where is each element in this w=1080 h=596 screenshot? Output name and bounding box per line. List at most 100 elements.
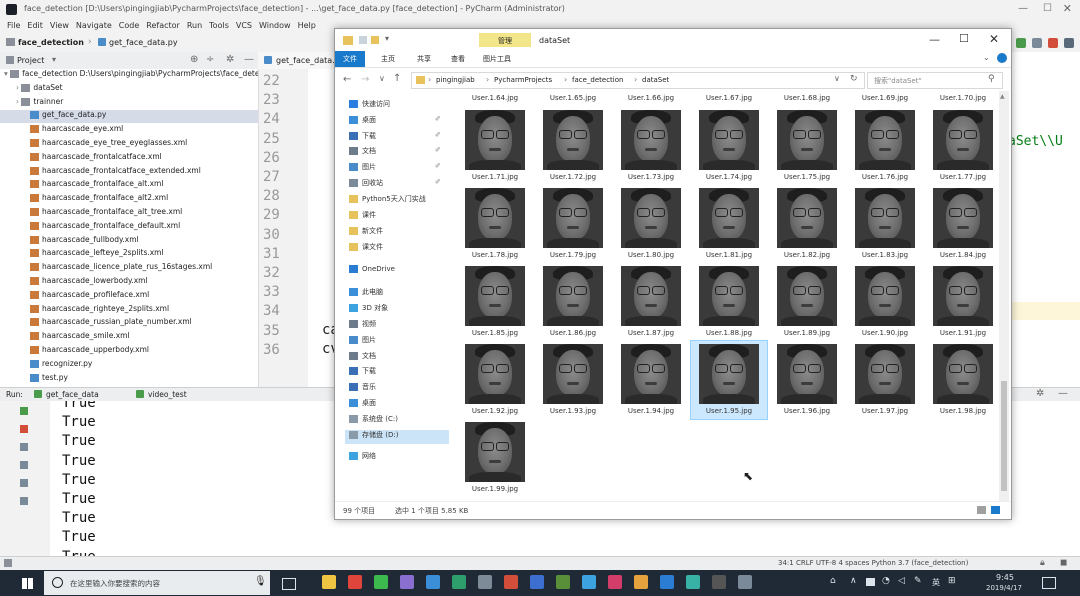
trash-icon[interactable]	[20, 497, 28, 505]
tree-item[interactable]: haarcascade_frontalcatface.xml	[0, 152, 258, 165]
collapse-icon[interactable]: ÷	[206, 54, 214, 65]
run-tab-video-test[interactable]: video_test	[148, 390, 187, 399]
file-item[interactable]: User.1.98.jpg	[925, 341, 999, 419]
app-icon[interactable]	[608, 575, 622, 589]
input-settings-icon[interactable]: ⊞	[948, 576, 956, 586]
tree-item[interactable]: get_face_data.py	[0, 110, 258, 124]
ide-minimize-button[interactable]: —	[1018, 3, 1028, 14]
app-icon[interactable]	[738, 575, 752, 589]
code-editor-right-part[interactable]: aSet\\U	[1008, 52, 1080, 387]
tray-expand-icon[interactable]: ∧	[850, 576, 857, 586]
menu-item-window[interactable]: Window	[259, 21, 291, 30]
file-caption[interactable]: User.1.64.jpg	[457, 94, 533, 102]
file-item[interactable]: User.1.72.jpg	[535, 107, 611, 185]
file-item[interactable]: User.1.97.jpg	[847, 341, 923, 419]
menu-item-run[interactable]: Run	[187, 21, 202, 30]
file-caption[interactable]: User.1.68.jpg	[769, 94, 845, 102]
tree-item[interactable]: haarcascade_upperbody.xml	[0, 345, 258, 358]
explorer-search-box[interactable]: 搜索"dataSet" ⚲	[867, 72, 1003, 89]
tree-item[interactable]: haarcascade_frontalcatface_extended.xml	[0, 166, 258, 179]
file-explorer-icon[interactable]	[322, 575, 336, 589]
explorer-close-button[interactable]: ✕	[989, 32, 999, 46]
tree-item[interactable]: haarcascade_frontalface_alt2.xml	[0, 193, 258, 206]
nav-item[interactable]: 回收站 ✐	[349, 178, 441, 192]
lock-icon[interactable]: 🔒︎	[1040, 558, 1045, 568]
sync-icon[interactable]: ⊕	[190, 54, 198, 65]
large-icons-view-icon[interactable]	[991, 506, 1000, 514]
pin-icon[interactable]: ✐	[435, 115, 441, 123]
explorer-minimize-button[interactable]: —	[929, 33, 940, 46]
file-item[interactable]: User.1.99.jpg	[457, 419, 533, 497]
app-icon[interactable]	[452, 575, 466, 589]
file-item[interactable]: User.1.87.jpg	[613, 263, 689, 341]
file-item[interactable]: User.1.84.jpg	[925, 185, 999, 263]
status-info[interactable]: 34:1 CRLF UTF-8 4 spaces Python 3.7 (fac…	[778, 559, 968, 567]
wechat-icon[interactable]	[374, 575, 388, 589]
file-item[interactable]: User.1.71.jpg	[457, 107, 533, 185]
menu-item-navigate[interactable]: Navigate	[76, 21, 112, 30]
tree-item[interactable]: recognizer.py	[0, 359, 258, 372]
app-icon[interactable]	[426, 575, 440, 589]
hide-panel-icon[interactable]: —	[244, 54, 254, 65]
path-segment-projects[interactable]: PycharmProjects	[494, 76, 552, 84]
tree-item[interactable]: haarcascade_frontalface_alt_tree.xml	[0, 207, 258, 220]
task-view-icon[interactable]	[282, 578, 296, 590]
back-arrow-icon[interactable]: ←	[343, 74, 351, 85]
nav-item[interactable]: 音乐	[349, 382, 376, 396]
file-caption[interactable]: User.1.70.jpg	[925, 94, 999, 102]
pen-icon[interactable]: ✎	[914, 576, 922, 586]
nav-item[interactable]: 新文件	[349, 226, 383, 240]
stop-icon[interactable]	[1048, 38, 1058, 48]
menu-item-refactor[interactable]: Refactor	[146, 21, 180, 30]
tree-item[interactable]: haarcascade_fullbody.xml	[0, 235, 258, 248]
nav-item[interactable]: Python5天入门实战	[349, 194, 426, 208]
new-folder-icon[interactable]	[371, 36, 379, 44]
tree-item[interactable]: haarcascade_profileface.xml	[0, 290, 258, 303]
file-item[interactable]: User.1.80.jpg	[613, 185, 689, 263]
app-icon[interactable]	[660, 575, 674, 589]
file-caption[interactable]: User.1.65.jpg	[535, 94, 611, 102]
microphone-icon[interactable]: 🎙︎	[254, 576, 267, 587]
file-item[interactable]: User.1.86.jpg	[535, 263, 611, 341]
file-caption[interactable]: User.1.66.jpg	[613, 94, 689, 102]
app-icon[interactable]	[634, 575, 648, 589]
explorer-scrollbar[interactable]: ▲	[999, 91, 1009, 501]
menu-item-view[interactable]: View	[50, 21, 69, 30]
stop-icon[interactable]	[20, 425, 28, 433]
nav-item[interactable]: 快速访问	[349, 99, 390, 113]
file-item[interactable]: User.1.88.jpg	[691, 263, 767, 341]
editor-tab-get-face-data[interactable]: get_face_data.py	[258, 52, 345, 69]
expand-ribbon-icon[interactable]: ⌄	[983, 53, 990, 62]
scroll-up-icon[interactable]: ▲	[1000, 93, 1005, 100]
file-item[interactable]: User.1.96.jpg	[769, 341, 845, 419]
event-log-icon[interactable]: ◼	[1060, 558, 1067, 568]
app-icon[interactable]	[478, 575, 492, 589]
nav-item[interactable]: 此电脑	[349, 287, 383, 301]
recent-locations-icon[interactable]: ∨	[379, 74, 385, 83]
nav-item[interactable]: 桌面	[349, 398, 376, 412]
input-method-indicator[interactable]: 英	[932, 577, 940, 588]
hide-panel-icon[interactable]: —	[1058, 388, 1068, 399]
file-item[interactable]: User.1.73.jpg	[613, 107, 689, 185]
path-segment-face-detection[interactable]: face_detection	[572, 76, 623, 84]
taskbar-search-box[interactable]: 在这里输入你要搜索的内容 🎙︎	[44, 571, 270, 595]
file-item[interactable]: User.1.90.jpg	[847, 263, 923, 341]
explorer-maximize-button[interactable]: ☐	[959, 32, 969, 45]
file-item[interactable]: User.1.79.jpg	[535, 185, 611, 263]
tree-item[interactable]: ▾ face_detection D:\Users\pingingjiab\Py…	[0, 69, 258, 82]
network-tray-icon[interactable]: ◔	[882, 576, 890, 586]
action-center-icon[interactable]	[1042, 577, 1056, 589]
ide-close-button[interactable]: ✕	[1063, 2, 1072, 15]
file-item[interactable]: User.1.83.jpg	[847, 185, 923, 263]
file-item[interactable]: User.1.76.jpg	[847, 107, 923, 185]
ribbon-tab-home[interactable]: 主页	[381, 54, 395, 64]
file-item[interactable]: User.1.91.jpg	[925, 263, 999, 341]
nav-item[interactable]: 视频	[349, 319, 376, 333]
menu-item-edit[interactable]: Edit	[27, 21, 43, 30]
nav-item[interactable]: 桌面 ✐	[349, 115, 441, 129]
tree-item[interactable]: › dataSet	[0, 83, 258, 96]
file-item[interactable]: User.1.82.jpg	[769, 185, 845, 263]
file-item[interactable]: User.1.81.jpg	[691, 185, 767, 263]
file-item[interactable]: User.1.89.jpg	[769, 263, 845, 341]
app-icon[interactable]	[504, 575, 518, 589]
